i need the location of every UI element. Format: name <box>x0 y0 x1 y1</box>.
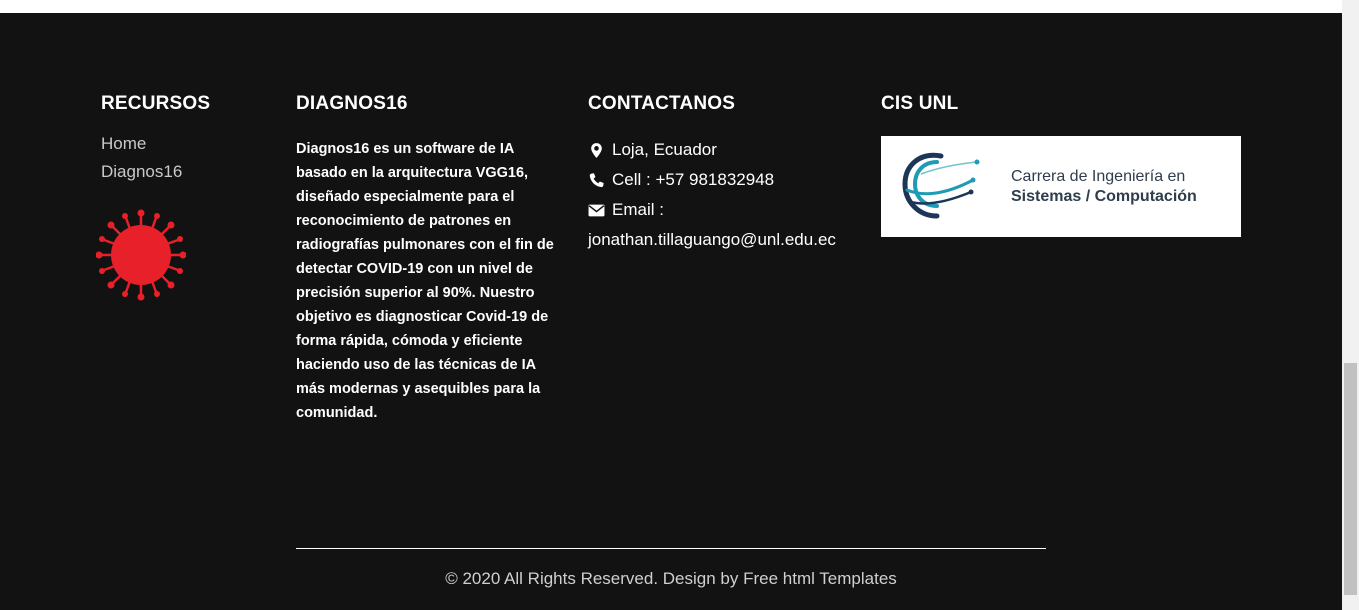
site-footer: RECURSOS Home Diagnos16 DIAGNOS16 Diagno… <box>0 13 1342 610</box>
home-link[interactable]: Home <box>101 134 146 154</box>
logo-line-2: Sistemas / Computación <box>1011 188 1197 205</box>
copyright-text: © 2020 All Rights Reserved. Design by Fr… <box>445 569 897 588</box>
about-description: Diagnos16 es un software de IA basado en… <box>296 141 554 421</box>
contact-location: Loja, Ecuador <box>588 140 717 160</box>
cell-text: Cell : +57 981832948 <box>612 170 775 189</box>
about-heading: DIAGNOS16 <box>296 93 408 114</box>
logo-text: Carrera de Ingeniería en Sistemas / Comp… <box>1011 167 1197 207</box>
contact-heading: CONTACTANOS <box>588 93 736 114</box>
logo-line-1: Carrera de Ingeniería en <box>1011 168 1186 185</box>
contact-cell: Cell : +57 981832948 <box>588 170 774 190</box>
diagnos16-link[interactable]: Diagnos16 <box>101 162 182 182</box>
globe-logo-icon <box>902 152 980 219</box>
contact-email: Email : <box>588 200 664 220</box>
page-top-area <box>0 0 1342 13</box>
cis-unl-logo: Carrera de Ingeniería en Sistemas / Comp… <box>881 136 1241 237</box>
resources-heading: RECURSOS <box>101 93 211 114</box>
email-label: Email : <box>612 200 664 219</box>
scrollbar-thumb[interactable] <box>1344 363 1357 595</box>
phone-icon <box>589 172 604 187</box>
location-text: Loja, Ecuador <box>612 140 717 159</box>
map-marker-icon <box>591 142 602 158</box>
footer-divider <box>296 548 1046 549</box>
email-address[interactable]: jonathan.tillaguango@unl.edu.ec <box>588 230 836 250</box>
partner-heading: CIS UNL <box>881 93 959 114</box>
coronavirus-icon <box>96 209 186 301</box>
envelope-icon <box>588 204 605 216</box>
